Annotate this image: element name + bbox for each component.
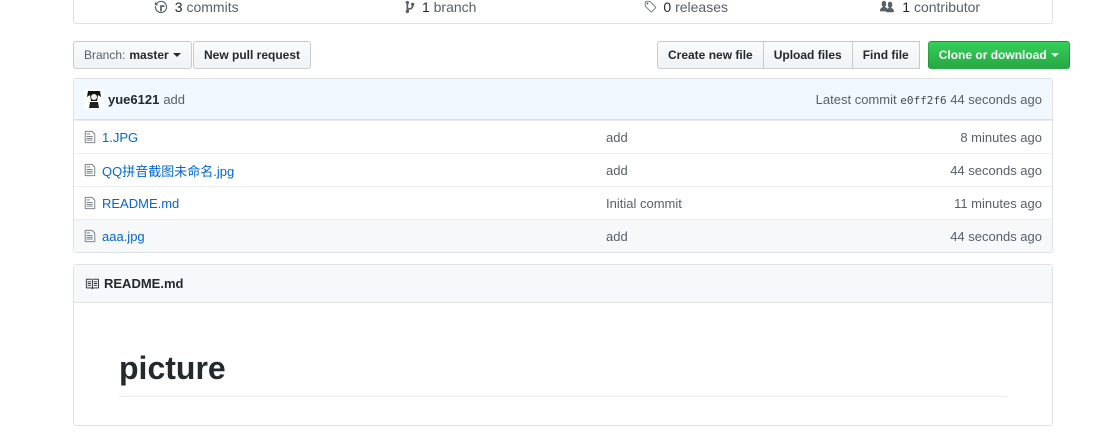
- readme-filename: README.md: [104, 276, 184, 291]
- file-age: 11 minutes ago: [954, 195, 1042, 211]
- readme-box: README.md picture: [73, 264, 1053, 426]
- create-new-file-button[interactable]: Create new file: [657, 41, 764, 69]
- file-name-link[interactable]: 1.JPG: [102, 130, 606, 145]
- clone-label: Clone or download: [938, 48, 1047, 62]
- file-row: README.md Initial commit 11 minutes ago: [74, 186, 1052, 219]
- branches-label: branch: [433, 0, 477, 15]
- commit-sha-link[interactable]: e0ff2f6: [900, 94, 946, 107]
- file-navigation: yue6121 add Latest commit e0ff2f6 44 sec…: [73, 78, 1053, 253]
- find-file-button[interactable]: Find file: [851, 41, 920, 69]
- contributors-link[interactable]: 1 contributor: [808, 0, 1053, 23]
- branch-select-button[interactable]: Branch: master: [73, 41, 192, 69]
- releases-label: releases: [675, 0, 728, 15]
- caret-down-icon: [172, 53, 181, 57]
- upload-files-button[interactable]: Upload files: [762, 41, 853, 69]
- file-actions-group: Create new file Upload files Find file C…: [657, 41, 1070, 69]
- readme-content: picture: [74, 303, 1052, 442]
- repo-numbers-summary: 3 commits 1 branch 0 releases 1 contribu…: [73, 0, 1053, 24]
- file-commit-message[interactable]: add: [606, 229, 950, 244]
- history-icon: [154, 0, 168, 14]
- readme-heading: picture: [119, 348, 1007, 397]
- file-commit-message[interactable]: add: [606, 163, 950, 178]
- file-icon: [84, 163, 98, 177]
- file-commit-message[interactable]: add: [606, 130, 960, 145]
- file-name-link[interactable]: aaa.jpg: [102, 229, 606, 244]
- branches-count: 1: [421, 0, 430, 15]
- file-name-link[interactable]: README.md: [102, 196, 606, 211]
- readme-header: README.md: [74, 265, 1052, 303]
- caret-down-icon: [1050, 53, 1059, 57]
- tag-icon: [644, 0, 656, 13]
- releases-link[interactable]: 0 releases: [563, 0, 808, 23]
- branch-name: master: [129, 48, 169, 62]
- commit-author-link[interactable]: yue6121: [108, 92, 159, 107]
- contributors-count: 1: [902, 0, 911, 15]
- avatar[interactable]: [84, 89, 104, 109]
- commit-age: 44 seconds ago: [950, 91, 1042, 107]
- clone-or-download-button[interactable]: Clone or download: [927, 41, 1070, 69]
- file-icon: [84, 196, 98, 210]
- branches-link[interactable]: 1 branch: [319, 0, 564, 23]
- file-row: 1.JPG add 8 minutes ago: [74, 120, 1052, 153]
- releases-count: 0: [663, 0, 672, 15]
- commits-link[interactable]: 3 commits: [74, 0, 319, 23]
- book-icon: [85, 278, 99, 289]
- commits-label: commits: [186, 0, 239, 15]
- people-icon: [880, 0, 895, 13]
- file-commit-message[interactable]: Initial commit: [606, 196, 954, 211]
- file-age: 8 minutes ago: [960, 129, 1042, 145]
- commits-count: 3: [174, 0, 183, 15]
- branch-icon: [405, 0, 415, 14]
- latest-commit-info: Latest commit e0ff2f6 44 seconds ago: [816, 92, 1042, 107]
- new-pull-request-button[interactable]: New pull request: [193, 41, 312, 69]
- branch-prefix: Branch:: [84, 48, 126, 62]
- file-age: 44 seconds ago: [950, 228, 1042, 244]
- file-icon: [84, 229, 98, 243]
- commit-tease: yue6121 add Latest commit e0ff2f6 44 sec…: [74, 79, 1052, 120]
- file-icon: [84, 130, 98, 144]
- file-row: QQ拼音截图未命名.jpg add 44 seconds ago: [74, 153, 1052, 186]
- file-name-link[interactable]: QQ拼音截图未命名.jpg: [102, 161, 606, 180]
- commit-message-link[interactable]: add: [163, 92, 185, 107]
- file-age: 44 seconds ago: [950, 162, 1042, 178]
- contributors-label: contributor: [913, 0, 981, 15]
- file-row: aaa.jpg add 44 seconds ago: [74, 219, 1052, 252]
- latest-commit-label: Latest commit: [815, 91, 897, 107]
